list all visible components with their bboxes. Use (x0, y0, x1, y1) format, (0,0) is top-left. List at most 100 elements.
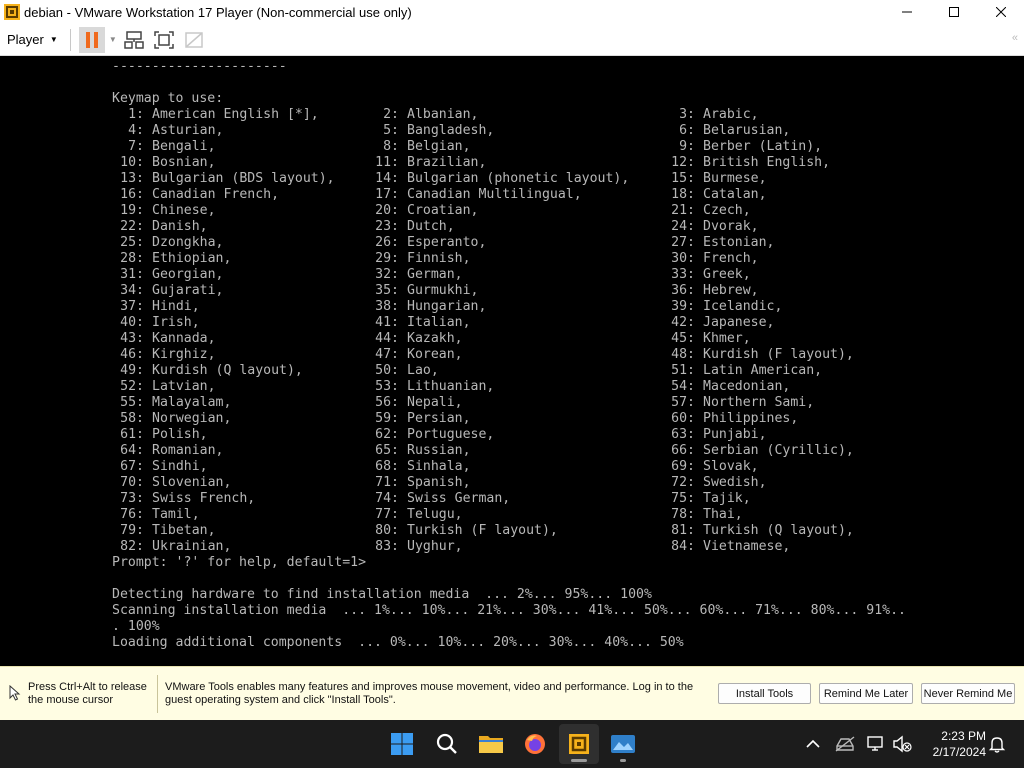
keymap-row: 79: Tibetan, 80: Turkish (F layout), 81: Turk… (0, 523, 1024, 539)
keymap-row: 82: Ukrainian, 83: Uyghur, 84: Vietnamese, (0, 539, 1024, 555)
keymap-number: 61: (120, 427, 144, 442)
keymap-option: Bengali, (152, 139, 216, 154)
keymap-option: Kurdish (F layout), (703, 347, 854, 362)
running-app-indicator (620, 759, 626, 762)
keymap-number: 22: (120, 219, 144, 234)
pause-button[interactable] (78, 26, 105, 53)
keymap-option: French, (703, 251, 759, 266)
keymap-row: 58: Norwegian, 59: Persian, 60: Philippines, (0, 411, 1024, 427)
title-bar: debian - VMware Workstation 17 Player (N… (0, 0, 1024, 24)
keymap-number: 12: (671, 155, 695, 170)
keymap-row: 55: Malayalam, 56: Nepali, 57: Northern Sami, (0, 395, 1024, 411)
start-button[interactable] (382, 724, 422, 764)
keymap-number: 40: (120, 315, 144, 330)
keymap-row: 22: Danish, 23: Dutch, 24: Dvorak, (0, 219, 1024, 235)
keymap-option: Danish, (152, 219, 208, 234)
active-app-indicator (571, 759, 587, 762)
keymap-option: Sinhala, (407, 459, 471, 474)
keymap-number: 43: (120, 331, 144, 346)
keymap-number: 64: (120, 443, 144, 458)
keymap-option: Gujarati, (152, 283, 224, 298)
keymap-option: Turkish (Q layout), (703, 523, 854, 538)
maximize-button[interactable] (930, 0, 977, 24)
guest-console[interactable]: ---------------------- Keymap to use: 1:… (0, 56, 1024, 666)
remind-me-later-button[interactable]: Remind Me Later (819, 683, 913, 704)
power-dropdown-icon[interactable]: ▼ (107, 27, 119, 53)
removable-drive-tray-button[interactable] (833, 732, 857, 756)
keymap-number: 4: (128, 123, 144, 138)
keymap-number: 44: (375, 331, 399, 346)
keymap-number: 75: (671, 491, 695, 506)
keymap-number: 14: (375, 171, 399, 186)
keymap-row: 10: Bosnian, 11: Brazilian, 12: British Engli… (0, 155, 1024, 171)
keymap-option: Hebrew, (703, 283, 759, 298)
keymap-option: Esperanto, (407, 235, 487, 250)
network-devices-icon (124, 30, 144, 49)
minimize-button[interactable] (883, 0, 930, 24)
image-viewer-button[interactable] (603, 724, 643, 764)
volume-tray-button[interactable] (890, 732, 914, 756)
full-screen-button[interactable] (151, 27, 177, 53)
release-mouse-hint: Press Ctrl+Alt to release the mouse curs… (28, 681, 153, 707)
keymap-number: 10: (120, 155, 144, 170)
keymap-option: Sindhi, (152, 459, 208, 474)
drive-icon (835, 736, 855, 752)
collapse-toolbar-icon[interactable]: « (1012, 32, 1018, 44)
keymap-option: Swedish, (703, 475, 767, 490)
keymap-row: 13: Bulgarian (BDS layout), 14: Bulgarian (… (0, 171, 1024, 187)
keymap-option: Khmer, (703, 331, 751, 346)
keymap-header: Keymap to use: (112, 91, 224, 106)
keymap-option: Dvorak, (703, 219, 759, 234)
keymap-number: 31: (120, 267, 144, 282)
vmware-player-taskbar-button[interactable] (559, 724, 599, 764)
keymap-number: 57: (671, 395, 695, 410)
keymap-option: Uyghur, (407, 539, 463, 554)
close-button[interactable] (977, 0, 1024, 24)
keymap-number: 13: (120, 171, 144, 186)
keymap-number: 54: (671, 379, 695, 394)
keymap-number: 69: (671, 459, 695, 474)
keymap-row: 4: Asturian, 5: Bangladesh, 6: Belarusian, (0, 123, 1024, 139)
keymap-option: Hungarian, (407, 299, 487, 314)
keymap-number: 76: (120, 507, 144, 522)
player-menu-button[interactable]: Player ▼ (0, 28, 64, 52)
network-tray-button[interactable] (864, 732, 888, 756)
keymap-number: 15: (671, 171, 695, 186)
keymap-number: 30: (671, 251, 695, 266)
full-screen-icon (154, 30, 174, 49)
keymap-row: 25: Dzongkha, 26: Esperanto, 27: Estonian, (0, 235, 1024, 251)
firefox-button[interactable] (515, 724, 555, 764)
keymap-number: 25: (120, 235, 144, 250)
keymap-number: 65: (375, 443, 399, 458)
release-hint-line1: Press Ctrl+Alt to release (28, 681, 147, 693)
install-tools-button[interactable]: Install Tools (718, 683, 811, 704)
notifications-button[interactable] (985, 732, 1009, 756)
file-explorer-button[interactable] (471, 724, 511, 764)
photos-icon (611, 735, 635, 753)
send-ctrl-alt-del-button[interactable] (121, 27, 147, 53)
keymap-option: Bulgarian (phonetic layout), (407, 171, 630, 186)
keymap-number: 26: (375, 235, 399, 250)
chevron-up-icon (806, 739, 820, 748)
maximize-icon (948, 7, 959, 17)
keymap-number: 27: (671, 235, 695, 250)
keymap-number: 79: (120, 523, 144, 538)
search-button[interactable] (427, 724, 467, 764)
keymap-option: Berber (Latin), (703, 139, 823, 154)
keymap-row: 40: Irish, 41: Italian, 42: Japanese, (0, 315, 1024, 331)
keymap-number: 72: (671, 475, 695, 490)
system-clock[interactable]: 2:23 PM 2/17/2024 (920, 728, 986, 760)
keymap-number: 60: (671, 411, 695, 426)
keymap-option: Arabic, (703, 107, 759, 122)
keymap-number: 39: (671, 299, 695, 314)
keymap-number: 73: (120, 491, 144, 506)
keymap-option: Albanian, (407, 107, 479, 122)
keymap-row: 70: Slovenian, 71: Spanish, 72: Swedish, (0, 475, 1024, 491)
keymap-option: Icelandic, (703, 299, 783, 314)
keymap-number: 84: (671, 539, 695, 554)
never-remind-me-button[interactable]: Never Remind Me (921, 683, 1015, 704)
keymap-option: Serbian (Cyrillic), (703, 443, 854, 458)
show-hidden-icons-button[interactable] (801, 732, 825, 756)
keymap-option: Hindi, (152, 299, 200, 314)
keymap-option: Tajik, (703, 491, 751, 506)
